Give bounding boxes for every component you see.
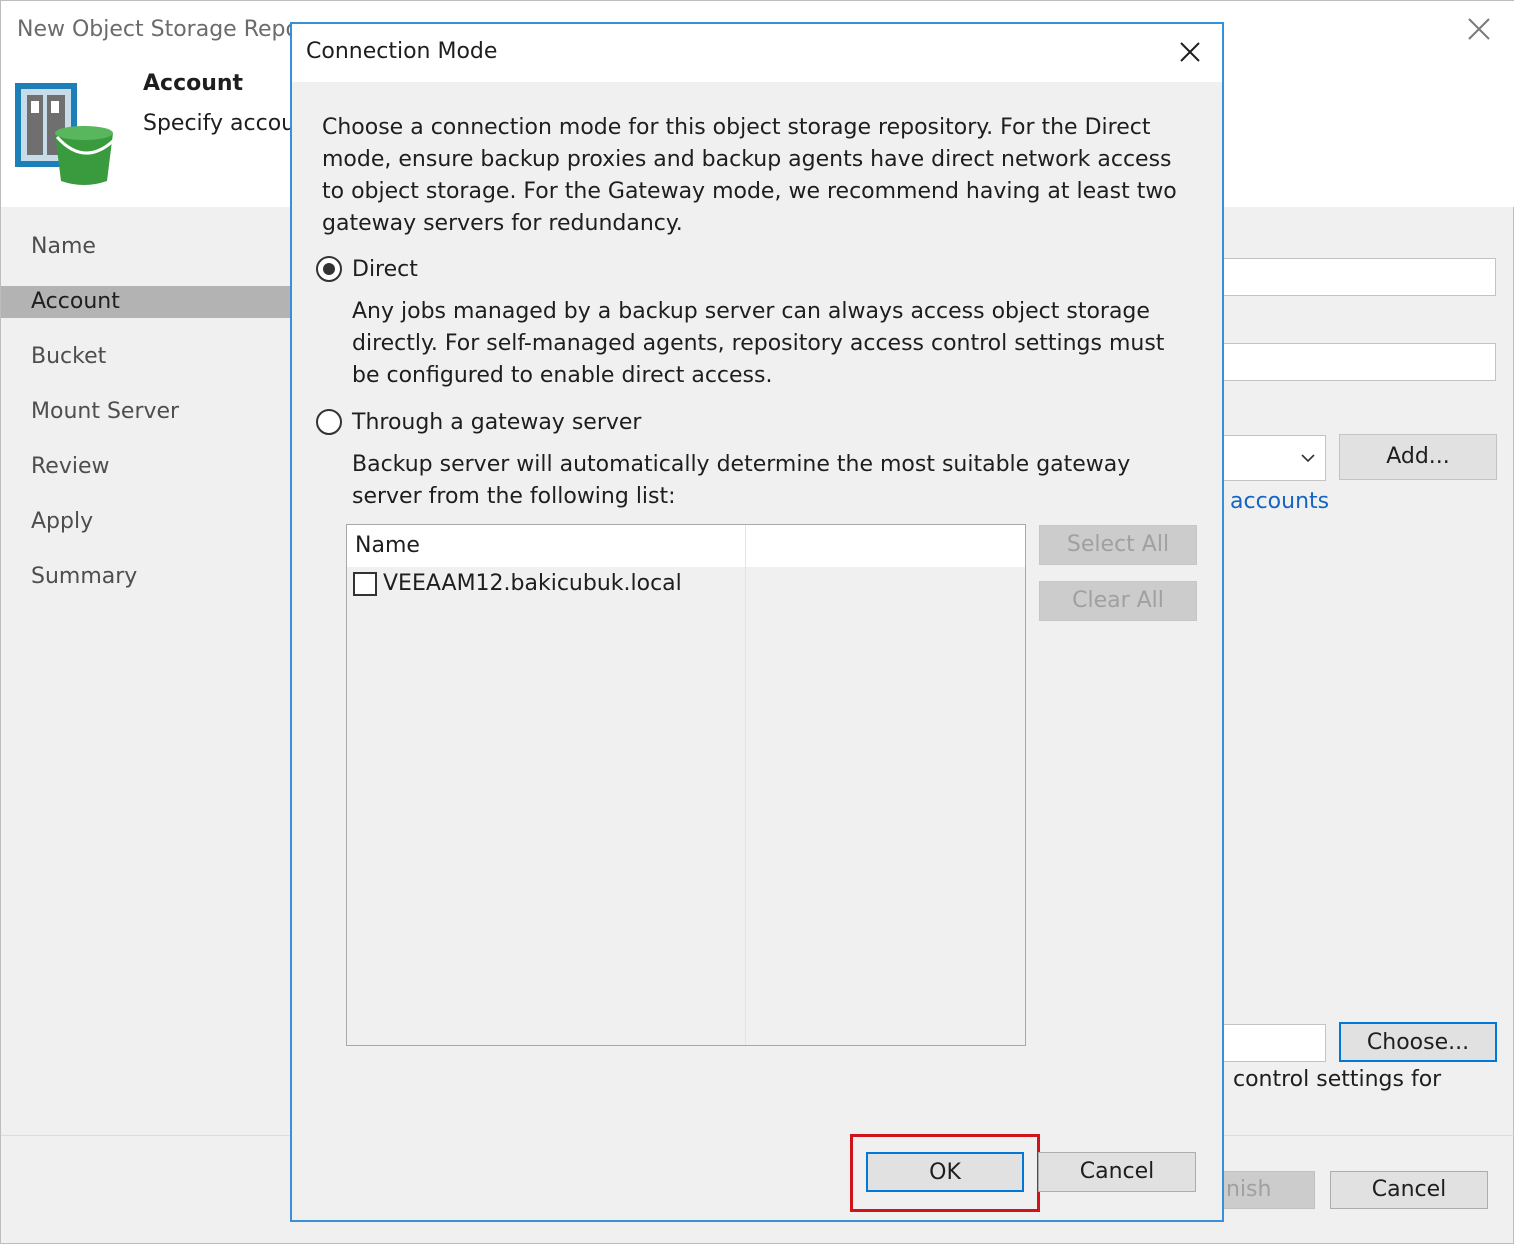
gateway-label: Through a gateway server (352, 409, 642, 435)
list-item[interactable]: VEEAAM12.bakicubuk.local (353, 571, 682, 596)
ok-button[interactable]: OK (866, 1152, 1024, 1192)
nav-item-summary[interactable]: Summary (1, 561, 291, 593)
direct-option[interactable]: Direct (316, 256, 418, 282)
gateway-radio[interactable] (316, 409, 342, 435)
gateway-description: Backup server will automatically determi… (352, 452, 1131, 509)
server-name: VEEAAM12.bakicubuk.local (383, 571, 682, 596)
nav-item-name[interactable]: Name (1, 231, 291, 263)
server-checkbox[interactable] (353, 571, 377, 596)
dialog-title: Connection Mode (306, 39, 498, 64)
column-header-name[interactable]: Name (355, 533, 420, 558)
nav-item-apply[interactable]: Apply (1, 506, 291, 538)
wizard-cancel-button[interactable]: Cancel (1330, 1171, 1488, 1209)
connection-mode-dialog: Connection Mode Choose a connection mode… (290, 22, 1224, 1222)
dialog-titlebar: Connection Mode (292, 24, 1222, 82)
clear-all-button[interactable]: Clear All (1039, 581, 1197, 621)
nav-item-bucket[interactable]: Bucket (1, 341, 291, 373)
close-icon[interactable] (1465, 15, 1493, 43)
manage-accounts-link[interactable]: accounts (1230, 489, 1329, 514)
direct-description: Any jobs managed by a backup server can … (352, 299, 1165, 388)
gateway-field[interactable] (1223, 1024, 1326, 1062)
credentials-dropdown[interactable] (1223, 435, 1326, 481)
column-divider (745, 525, 746, 1045)
list-header: Name (347, 525, 1025, 567)
nav-item-account[interactable]: Account (1, 286, 291, 318)
nav-item-review[interactable]: Review (1, 451, 291, 483)
finish-button[interactable]: nish (1223, 1171, 1315, 1209)
gateway-option[interactable]: Through a gateway server (316, 409, 641, 435)
gateway-server-list[interactable]: Name VEEAAM12.bakicubuk.local (346, 524, 1026, 1046)
object-storage-icon (15, 83, 115, 185)
region-field[interactable] (1223, 343, 1496, 381)
add-button[interactable]: Add... (1339, 434, 1497, 480)
cancel-button[interactable]: Cancel (1038, 1152, 1196, 1192)
access-control-text: control settings for (1233, 1067, 1442, 1092)
step-subtitle: Specify accou (143, 111, 296, 136)
choose-button[interactable]: Choose... (1339, 1022, 1497, 1062)
select-all-button[interactable]: Select All (1039, 525, 1197, 565)
close-icon[interactable] (1176, 38, 1204, 66)
chevron-down-icon (1301, 454, 1315, 463)
direct-radio[interactable] (316, 256, 342, 282)
direct-label: Direct (352, 256, 418, 282)
wizard-title: New Object Storage Repo (17, 17, 299, 42)
service-point-field[interactable] (1223, 258, 1496, 296)
dialog-description: Choose a connection mode for this object… (322, 115, 1177, 236)
step-title: Account (143, 71, 244, 96)
nav-item-mount-server[interactable]: Mount Server (1, 396, 291, 428)
